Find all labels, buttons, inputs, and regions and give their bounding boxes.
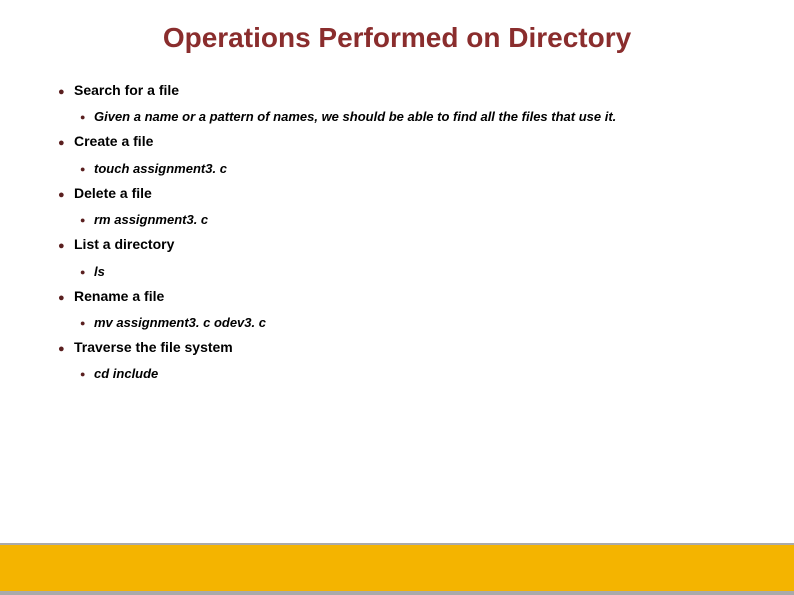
list-item-label: Rename a file [74, 288, 774, 305]
bullet-icon [58, 288, 74, 305]
bullet-icon [58, 133, 74, 150]
list-item-label: Search for a file [74, 82, 774, 99]
bullet-icon [80, 109, 94, 123]
sub-list: cd include [58, 366, 774, 382]
sub-list: ls [58, 264, 774, 280]
sub-list-item-label: ls [94, 264, 774, 280]
footer-bar [0, 545, 794, 595]
sub-list-item-label: mv assignment3. c odev3. c [94, 315, 774, 331]
bullet-icon [80, 161, 94, 175]
bullet-icon [58, 185, 74, 202]
list-item: Create a file [58, 133, 774, 150]
bullet-icon [80, 264, 94, 278]
bullet-icon [58, 82, 74, 99]
footer-bottom-border [0, 591, 794, 595]
sub-list-item: mv assignment3. c odev3. c [80, 315, 774, 331]
list-item-label: List a directory [74, 236, 774, 253]
slide-content: Search for a file Given a name or a patt… [0, 82, 794, 383]
bullet-icon [58, 339, 74, 356]
sub-list-item: cd include [80, 366, 774, 382]
sub-list-item-label: touch assignment3. c [94, 161, 774, 177]
list-item-label: Delete a file [74, 185, 774, 202]
sub-list: rm assignment3. c [58, 212, 774, 228]
sub-list: mv assignment3. c odev3. c [58, 315, 774, 331]
bullet-icon [80, 315, 94, 329]
list-item: Rename a file [58, 288, 774, 305]
list-item-label: Create a file [74, 133, 774, 150]
bullet-icon [58, 236, 74, 253]
list-item: Search for a file [58, 82, 774, 99]
list-item: List a directory [58, 236, 774, 253]
sub-list-item: rm assignment3. c [80, 212, 774, 228]
bullet-icon [80, 366, 94, 380]
sub-list-item-label: rm assignment3. c [94, 212, 774, 228]
list-item: Delete a file [58, 185, 774, 202]
slide-title: Operations Performed on Directory [0, 0, 794, 82]
sub-list: Given a name or a pattern of names, we s… [58, 109, 774, 125]
sub-list: touch assignment3. c [58, 161, 774, 177]
sub-list-item-label: cd include [94, 366, 774, 382]
sub-list-item: ls [80, 264, 774, 280]
sub-list-item: Given a name or a pattern of names, we s… [80, 109, 774, 125]
bullet-icon [80, 212, 94, 226]
sub-list-item: touch assignment3. c [80, 161, 774, 177]
list-item: Traverse the file system [58, 339, 774, 356]
list-item-label: Traverse the file system [74, 339, 774, 356]
sub-list-item-label: Given a name or a pattern of names, we s… [94, 109, 774, 125]
